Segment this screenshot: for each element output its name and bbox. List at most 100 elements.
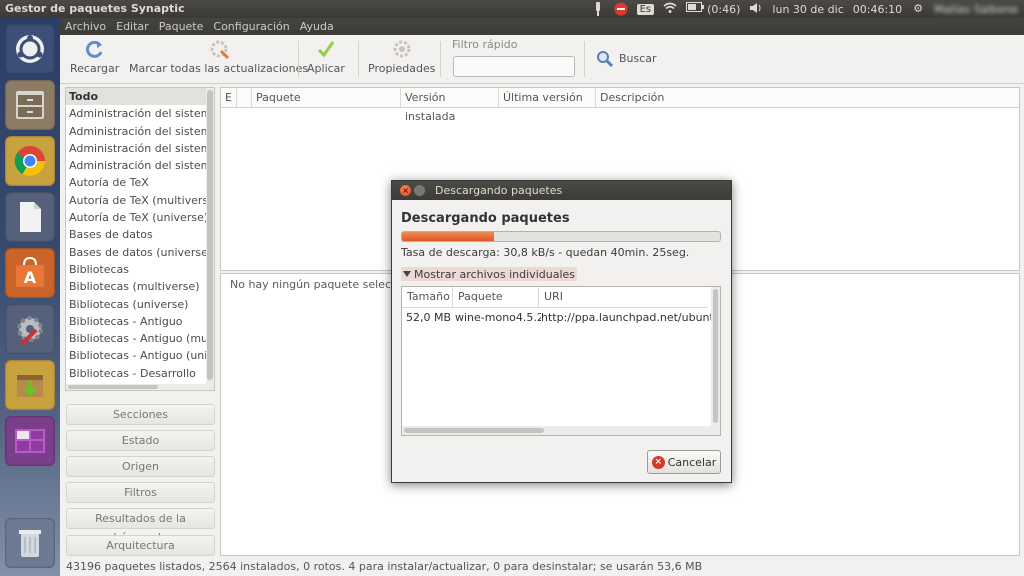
properties-label: Propiedades — [368, 62, 436, 75]
volume-icon[interactable] — [749, 2, 763, 16]
category-item[interactable]: Autoría de TeX — [66, 174, 214, 191]
category-item[interactable]: Administración del sistema — [66, 105, 214, 122]
category-item[interactable]: Bibliotecas — [66, 261, 214, 278]
show-individual-files-expander[interactable]: Mostrar archivos individuales — [401, 267, 577, 281]
category-list[interactable]: Todo Administración del sistema Administra… — [65, 87, 215, 391]
files-column-uri[interactable]: URI — [539, 287, 707, 308]
system-settings-icon[interactable] — [5, 304, 55, 354]
file-size-cell: 52,0 MB — [406, 311, 452, 324]
battery-icon — [686, 2, 705, 16]
menu-configuracion[interactable]: Configuración — [208, 20, 294, 33]
category-item[interactable]: Bibliotecas - Desarrollo — [66, 365, 214, 382]
menu-archivo[interactable]: Archivo — [60, 20, 111, 33]
files-vscrollbar[interactable] — [711, 287, 720, 435]
state-button[interactable]: Estado — [66, 430, 215, 451]
clock-time[interactable]: 00:46:10 — [853, 3, 902, 16]
category-item[interactable]: Autoría de TeX (multiverse) — [66, 192, 214, 209]
files-hscrollbar[interactable] — [402, 426, 720, 435]
keyboard-layout-indicator[interactable]: Es — [636, 3, 655, 15]
category-item[interactable]: Administración del sistema — [66, 157, 214, 174]
menu-ayuda[interactable]: Ayuda — [295, 20, 339, 33]
network-manager-icon[interactable] — [591, 2, 605, 16]
dialog-heading: Descargando paquetes — [401, 211, 570, 226]
column-latest-version[interactable]: Última versión — [499, 88, 596, 107]
search-results-button[interactable]: Resultados de la búsqueda — [66, 508, 215, 544]
reload-icon — [85, 40, 103, 58]
search-button[interactable]: Buscar — [596, 50, 657, 67]
category-item[interactable]: Bibliotecas - Antiguo (multi — [66, 330, 214, 347]
libreoffice-icon[interactable] — [5, 192, 55, 242]
status-bar: 43196 paquetes listados, 2564 instalados… — [60, 557, 1024, 576]
dialog-title: Descargando paquetes — [435, 184, 563, 197]
sections-button[interactable]: Secciones — [66, 404, 215, 425]
category-scrollbar[interactable] — [206, 88, 214, 390]
toolbar-separator — [298, 41, 299, 77]
session-gear-icon[interactable]: ⚙ — [911, 2, 925, 16]
cancel-button[interactable]: × Cancelar — [647, 450, 721, 474]
battery-indicator[interactable]: (0:46) — [686, 2, 740, 16]
synaptic-icon[interactable] — [5, 360, 55, 410]
cancel-label: Cancelar — [667, 455, 717, 469]
battery-time: (0:46) — [707, 2, 741, 16]
apply-label: Aplicar — [307, 62, 345, 75]
download-dialog: × Descargando paquetes Descargando paque… — [391, 180, 732, 483]
reload-button[interactable]: Recargar — [70, 39, 119, 75]
files-icon[interactable] — [5, 80, 55, 130]
category-item[interactable]: Bibliotecas (universe) — [66, 296, 214, 313]
search-icon — [597, 51, 613, 67]
indicator-area: Es (0:46) lun 30 de dic 00:46:10 ⚙ Matía… — [591, 1, 1018, 17]
category-item[interactable]: Bases de datos — [66, 226, 214, 243]
filters-button[interactable]: Filtros — [66, 482, 215, 503]
mark-all-updates-button[interactable]: Marcar todas las actualizaciones — [129, 39, 308, 75]
category-item[interactable]: Bibliotecas - Antiguo — [66, 313, 214, 330]
cancel-icon: × — [651, 455, 665, 469]
mark-upgrades-icon — [210, 40, 229, 59]
category-item[interactable]: Administración del sistema — [66, 140, 214, 157]
dialog-minimize-icon[interactable] — [414, 185, 425, 196]
quick-filter-label: Filtro rápido — [452, 38, 518, 51]
trash-icon[interactable] — [5, 518, 55, 568]
menu-editar[interactable]: Editar — [111, 20, 154, 33]
toolbar-separator — [440, 41, 441, 77]
column-package[interactable]: Paquete — [252, 88, 401, 107]
expander-triangle-icon — [403, 271, 411, 277]
software-center-icon[interactable]: A — [5, 248, 55, 298]
category-item[interactable]: Bibliotecas - Antiguo (unive — [66, 347, 214, 364]
chrome-icon[interactable] — [5, 136, 55, 186]
wifi-icon[interactable] — [663, 2, 677, 16]
apply-check-icon — [317, 41, 335, 58]
expander-label: Mostrar archivos individuales — [414, 267, 575, 281]
column-installed-version[interactable]: Versión instalada — [401, 88, 499, 123]
toolbar: Recargar Marcar todas las actualizacione… — [60, 35, 1024, 84]
user-name[interactable]: Matías Salbene — [934, 3, 1018, 16]
mark-all-label: Marcar todas las actualizaciones — [129, 62, 309, 75]
search-label: Buscar — [619, 52, 657, 65]
category-item[interactable]: Autoría de TeX (universe) — [66, 209, 214, 226]
files-column-package[interactable]: Paquete — [453, 287, 539, 308]
category-hscrollbar[interactable] — [66, 384, 214, 390]
files-table[interactable]: Tamaño Paquete URI 52,0 MB wine-mono4.5.… — [401, 286, 721, 436]
category-item-all[interactable]: Todo — [66, 88, 214, 106]
category-item[interactable]: Administración del sistema — [66, 123, 214, 140]
column-status[interactable]: E — [221, 88, 237, 107]
menu-paquete[interactable]: Paquete — [154, 20, 209, 33]
launcher: A — [0, 18, 60, 576]
do-not-disturb-icon[interactable] — [614, 2, 628, 16]
clock-date[interactable]: lun 30 de dic — [772, 3, 843, 16]
column-description[interactable]: Descripción — [596, 88, 1015, 107]
files-column-size[interactable]: Tamaño — [402, 287, 453, 308]
menubar: Archivo Editar Paquete Configuración Ayu… — [60, 18, 1024, 35]
column-support[interactable] — [237, 88, 252, 107]
app-title: Gestor de paquetes Synaptic — [5, 2, 185, 15]
dash-home-icon[interactable] — [5, 24, 55, 74]
download-progress-bar — [401, 231, 721, 242]
apply-button[interactable]: Aplicar — [307, 39, 345, 75]
category-item[interactable]: Bases de datos (universe) — [66, 244, 214, 261]
origin-button[interactable]: Origen — [66, 456, 215, 477]
category-item[interactable]: Bibliotecas (multiverse) — [66, 278, 214, 295]
architecture-button[interactable]: Arquitectura — [66, 535, 215, 556]
dialog-close-icon[interactable]: × — [400, 185, 411, 196]
properties-button[interactable]: Propiedades — [368, 39, 435, 75]
quick-filter-input[interactable] — [453, 56, 575, 77]
workspace-switcher-icon[interactable] — [5, 416, 55, 466]
